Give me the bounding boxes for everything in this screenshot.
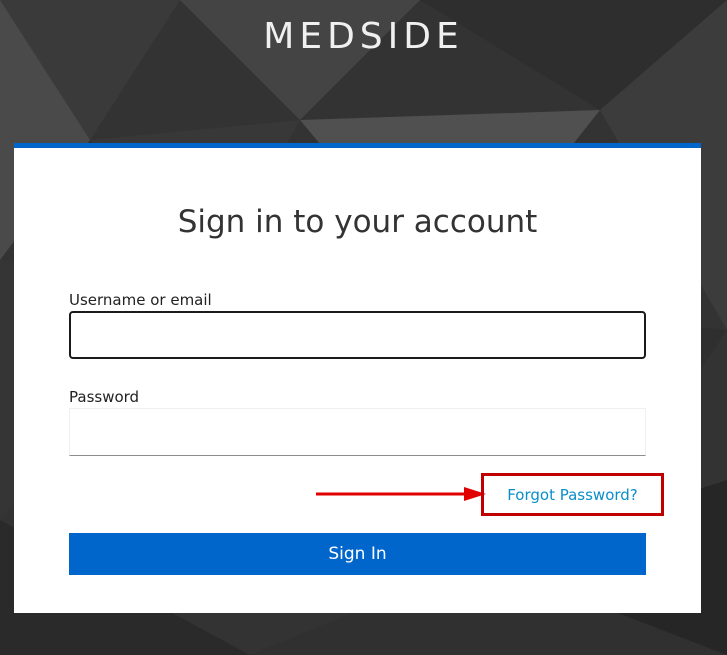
annotation-arrow-icon — [316, 487, 486, 501]
username-input[interactable] — [69, 311, 646, 359]
page-title: Sign in to your account — [177, 204, 538, 240]
password-label: Password — [69, 388, 140, 406]
login-card: Sign in to your account Username or emai… — [14, 143, 701, 613]
password-input[interactable] — [69, 408, 646, 456]
forgot-password-highlight: Forgot Password? — [481, 473, 664, 516]
login-page: MEDSIDE Sign in to your account Username… — [0, 0, 727, 655]
username-label: Username or email — [69, 291, 212, 309]
brand-logo: MEDSIDE — [263, 16, 464, 57]
sign-in-button[interactable]: Sign In — [69, 533, 646, 575]
forgot-password-link[interactable]: Forgot Password? — [484, 476, 661, 513]
